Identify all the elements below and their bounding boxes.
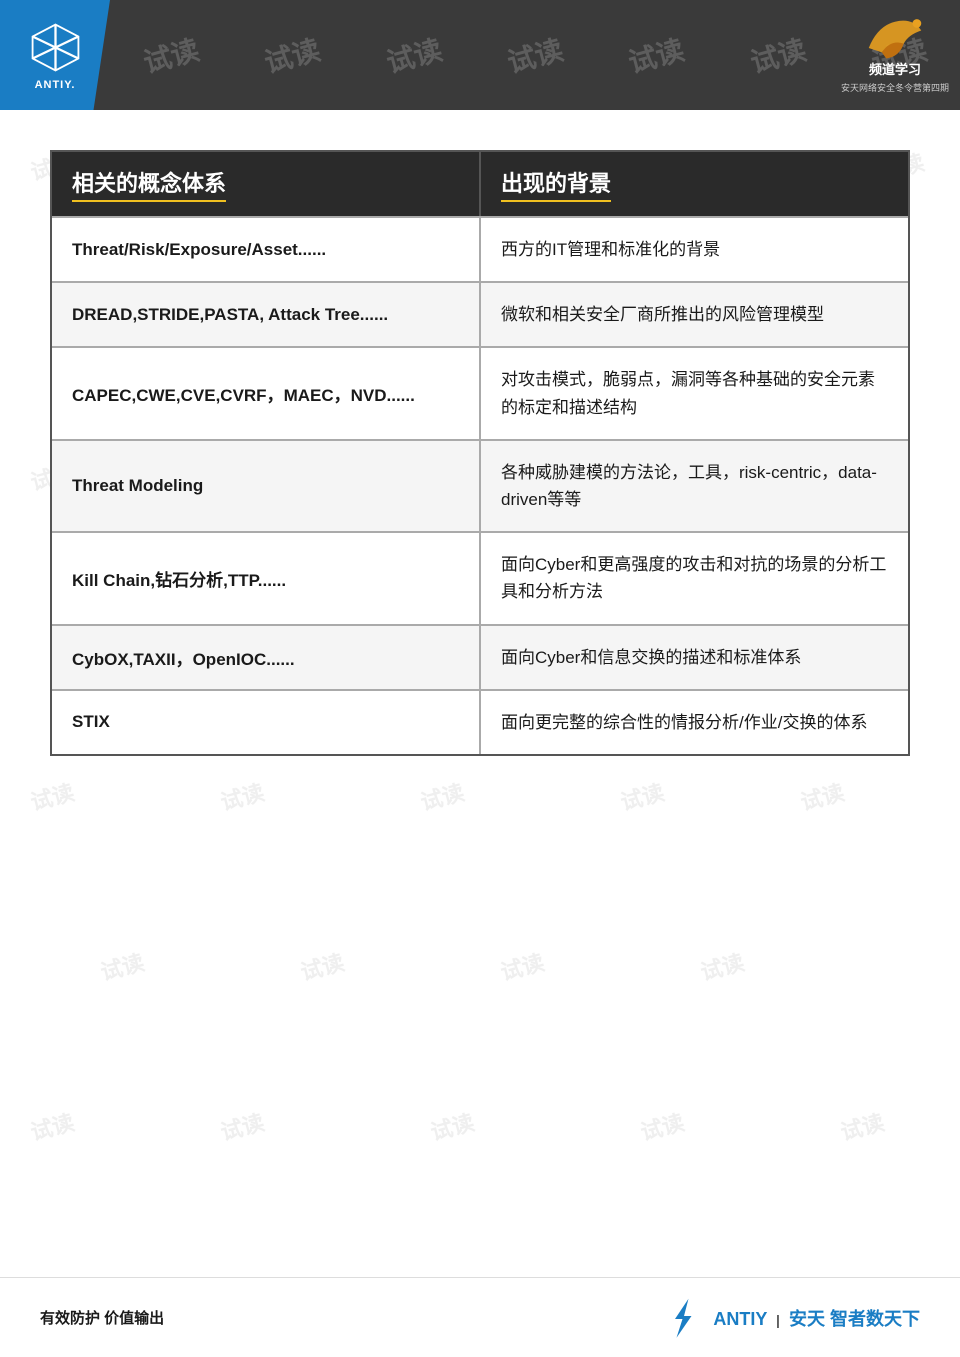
table-cell-left-3: Threat Modeling bbox=[52, 441, 481, 531]
footer-tagline: 有效防护 价值输出 bbox=[40, 1307, 164, 1328]
footer-brand-area: ANTIY | 安天 智者数天下 bbox=[660, 1295, 920, 1340]
bwm-33: 试读 bbox=[427, 1105, 478, 1147]
antiy-logo-icon bbox=[28, 20, 83, 75]
header-watermarks: 试读 试读 试读 试读 试读 试读 试读 bbox=[110, 0, 960, 110]
table-cell-right-3: 各种威胁建模的方法论，工具，risk-centric，data-driven等等 bbox=[481, 441, 908, 531]
table-row: Threat Modeling各种威胁建模的方法论，工具，risk-centri… bbox=[52, 439, 908, 531]
table-cell-left-4: Kill Chain,钻石分析,TTP...... bbox=[52, 533, 481, 623]
bwm-28: 试读 bbox=[297, 945, 348, 987]
table-row: STIX面向更完整的综合性的情报分析/作业/交换的体系 bbox=[52, 689, 908, 754]
table-cell-right-4: 面向Cyber和更高强度的攻击和对抗的场景的分析工具和分析方法 bbox=[481, 533, 908, 623]
top-right-logo-icon bbox=[860, 12, 930, 62]
main-table: 相关的概念体系 出现的背景 Threat/Risk/Exposure/Asset… bbox=[50, 150, 910, 756]
table-header-row: 相关的概念体系 出现的背景 bbox=[52, 152, 908, 216]
watermark-6: 试读 bbox=[746, 28, 810, 81]
logo-box: ANTIY. bbox=[0, 0, 110, 110]
logo-text: ANTIY. bbox=[35, 79, 76, 91]
watermark-2: 试读 bbox=[260, 28, 324, 81]
table-cell-right-1: 微软和相关安全厂商所推出的风险管理模型 bbox=[481, 283, 908, 346]
watermark-1: 试读 bbox=[138, 28, 202, 81]
col1-header: 相关的概念体系 bbox=[52, 152, 481, 216]
bwm-29: 试读 bbox=[497, 945, 548, 987]
table-cell-right-2: 对攻击模式，脆弱点，漏洞等各种基础的安全元素的标定和描述结构 bbox=[481, 348, 908, 438]
table-body: Threat/Risk/Exposure/Asset......西方的IT管理和… bbox=[52, 216, 908, 754]
col1-header-text: 相关的概念体系 bbox=[72, 166, 226, 202]
bwm-27: 试读 bbox=[97, 945, 148, 987]
watermark-5: 试读 bbox=[624, 28, 688, 81]
footer: 有效防护 价值输出 ANTIY | 安天 智者数天下 bbox=[0, 1277, 960, 1357]
footer-logo-icon bbox=[660, 1295, 705, 1340]
top-right-sub-text: 安天网络安全冬令营第四期 bbox=[841, 81, 949, 94]
table-cell-right-0: 西方的IT管理和标准化的背景 bbox=[481, 218, 908, 281]
top-right-brand-text: 频道学习 bbox=[869, 62, 921, 79]
watermark-3: 试读 bbox=[381, 28, 445, 81]
table-cell-left-5: CybOX,TAXII，OpenIOC...... bbox=[52, 626, 481, 689]
table-row: DREAD,STRIDE,PASTA, Attack Tree......微软和… bbox=[52, 281, 908, 346]
bwm-34: 试读 bbox=[637, 1105, 688, 1147]
col2-header-text: 出现的背景 bbox=[501, 166, 611, 202]
table-cell-left-2: CAPEC,CWE,CVE,CVRF，MAEC，NVD...... bbox=[52, 348, 481, 438]
footer-brand-sub: 智者数天下 bbox=[830, 1309, 920, 1329]
table-cell-left-0: Threat/Risk/Exposure/Asset...... bbox=[52, 218, 481, 281]
table-cell-right-5: 面向Cyber和信息交换的描述和标准体系 bbox=[481, 626, 908, 689]
table-cell-left-1: DREAD,STRIDE,PASTA, Attack Tree...... bbox=[52, 283, 481, 346]
header: ANTIY. 试读 试读 试读 试读 试读 试读 试读 频道学习 安天网络安全冬… bbox=[0, 0, 960, 110]
main-content: 相关的概念体系 出现的背景 Threat/Risk/Exposure/Asset… bbox=[0, 110, 960, 786]
watermark-4: 试读 bbox=[503, 28, 567, 81]
bwm-32: 试读 bbox=[217, 1105, 268, 1147]
bwm-35: 试读 bbox=[837, 1105, 888, 1147]
bwm-30: 试读 bbox=[697, 945, 748, 987]
table-cell-right-6: 面向更完整的综合性的情报分析/作业/交换的体系 bbox=[481, 691, 908, 754]
table-cell-left-6: STIX bbox=[52, 691, 481, 754]
table-row: CybOX,TAXII，OpenIOC......面向Cyber和信息交换的描述… bbox=[52, 624, 908, 689]
footer-brand-text: ANTIY | 安天 智者数天下 bbox=[713, 1305, 920, 1331]
table-row: CAPEC,CWE,CVE,CVRF，MAEC，NVD......对攻击模式，脆… bbox=[52, 346, 908, 438]
col2-header: 出现的背景 bbox=[481, 152, 908, 216]
top-right-brand: 频道学习 安天网络安全冬令营第四期 bbox=[840, 8, 950, 98]
footer-brand-main: 安天 bbox=[789, 1309, 825, 1329]
table-row: Threat/Risk/Exposure/Asset......西方的IT管理和… bbox=[52, 216, 908, 281]
footer-antiy-label: ANTIY bbox=[713, 1309, 767, 1329]
bwm-31: 试读 bbox=[27, 1105, 78, 1147]
table-row: Kill Chain,钻石分析,TTP......面向Cyber和更高强度的攻击… bbox=[52, 531, 908, 623]
